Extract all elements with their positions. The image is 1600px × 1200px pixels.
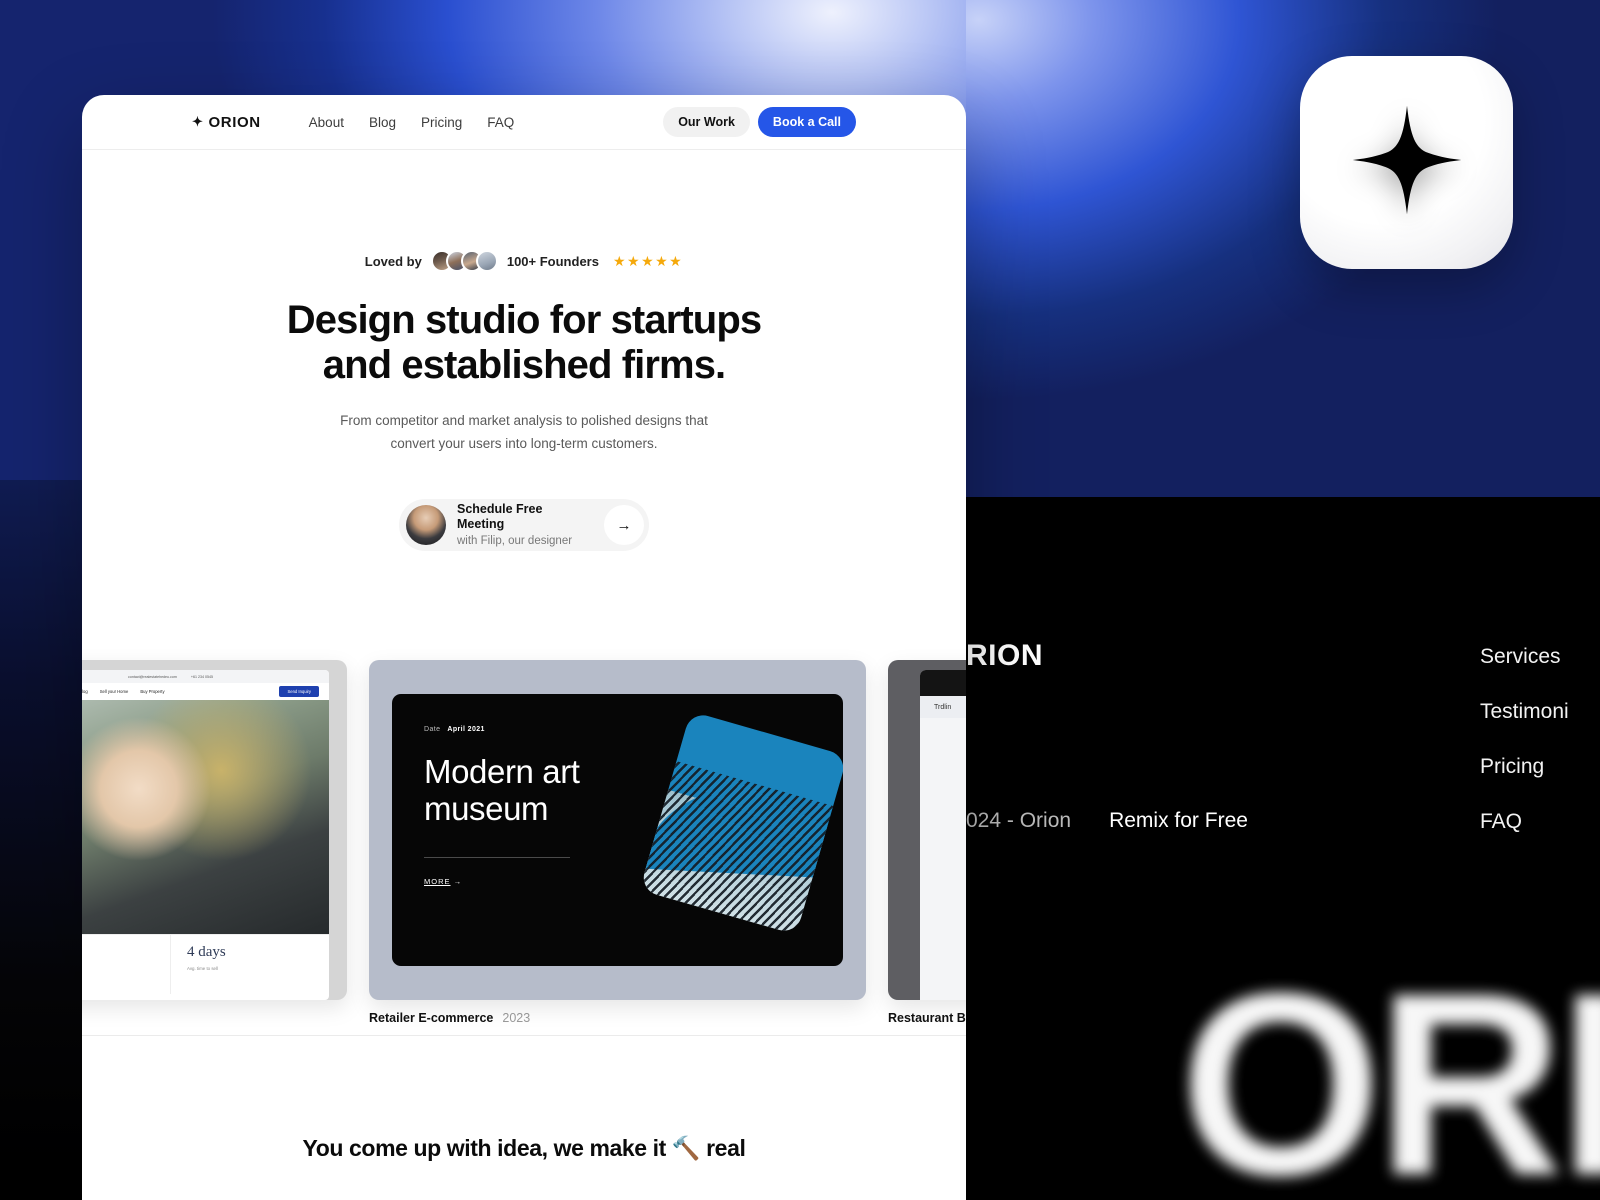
nav-link-pricing[interactable]: Pricing — [421, 115, 462, 130]
divider — [424, 857, 570, 858]
artwork-hatching — [639, 747, 843, 935]
date-label: Date — [424, 726, 441, 733]
footer-nav: Services Testimoni Pricing FAQ — [1480, 645, 1569, 865]
stat-label: Avg. time to sell — [187, 966, 218, 971]
subhead-line-1: From competitor and market analysis to p… — [340, 412, 708, 428]
portfolio-card-retailer[interactable]: Date April 2021 Modern art museum MORE → — [369, 660, 866, 1025]
realestate-stats: $21.7m Most Expensive House 4 days Avg. … — [82, 934, 329, 994]
realestate-screen: contact@realestatehedeu.com +61 234 0545… — [82, 670, 329, 1000]
stat-item: $21.7m Most Expensive House — [82, 935, 171, 994]
our-work-button[interactable]: Our Work — [663, 107, 750, 137]
stat-value: 4 days — [187, 944, 226, 960]
arrow-right-icon: → — [453, 877, 463, 886]
museum-more-link: MORE → — [424, 877, 462, 886]
avatar — [475, 250, 498, 272]
footer-logo: RION — [966, 639, 1043, 672]
realestate-hero-photo — [82, 700, 329, 934]
portfolio-title: Retailer E-commerce — [369, 1011, 494, 1025]
stat-item: 4 days Avg. time to sell — [171, 935, 329, 994]
museum-date: Date April 2021 — [424, 726, 485, 733]
more-label: MORE — [424, 877, 451, 886]
realestate-topbar: contact@realestatehedeu.com +61 234 0545 — [82, 670, 329, 683]
restaurant-hero-bar — [920, 670, 966, 696]
nav-blog: Blog — [82, 689, 88, 694]
portfolio-thumbnail: Trdlin Por — [888, 660, 966, 1000]
headline-line-1: Design studio for startups — [286, 298, 762, 342]
portfolio-caption: Restaurant Bra — [888, 1011, 966, 1025]
founders-count-label: 100+ Founders — [506, 253, 599, 269]
portfolio-card-restaurant[interactable]: Trdlin Por Restaurant Bra — [888, 660, 966, 1025]
nav-link-blog[interactable]: Blog — [369, 115, 396, 130]
background-blue-right — [966, 0, 1600, 500]
arrow-right-icon[interactable]: → — [604, 505, 644, 546]
museum-screen: Date April 2021 Modern art museum MORE → — [392, 694, 843, 966]
stat-value: $21.7m — [82, 944, 170, 961]
avatar-group — [430, 250, 498, 272]
stat-label: Most Expensive House — [82, 966, 170, 971]
site-navbar: ✦ ORION About Blog Pricing FAQ Our Work … — [82, 95, 966, 150]
sparkle-icon — [1348, 101, 1466, 224]
nav-buy-property: Buy Property — [140, 689, 165, 694]
star-rating-icon: ★★★★★ — [612, 252, 684, 269]
hero-headline: Design studio for startups and establish… — [82, 298, 966, 388]
portfolio-thumbnail: contact@realestatehedeu.com +61 234 0545… — [82, 660, 347, 1000]
schedule-meeting-button[interactable]: Schedule Free Meeting with Filip, our de… — [399, 499, 649, 552]
hero-subheadline: From competitor and market analysis to p… — [82, 410, 966, 456]
site-footer: RION Services Testimoni Pricing FAQ 024 … — [966, 497, 1600, 1200]
footer-link-pricing[interactable]: Pricing — [1480, 755, 1569, 779]
footer-bottom-row: 024 - Orion Remix for Free — [966, 809, 1248, 833]
sparkle-icon: ✦ — [192, 114, 204, 129]
contact-email: contact@realestatehedeu.com — [128, 674, 177, 679]
footer-link-faq[interactable]: FAQ — [1480, 810, 1569, 834]
footer-remix-link[interactable]: Remix for Free — [1109, 809, 1248, 833]
portfolio-caption: Retailer E-commerce 2023 — [369, 1011, 866, 1025]
hero-section: Loved by 100+ Founders ★★★★★ Design stud… — [82, 150, 966, 552]
headline-line-2: and established firms. — [322, 342, 726, 387]
tagline: You come up with idea, we make it 🔨 real — [302, 1135, 746, 1161]
brand-label: ORION — [208, 113, 261, 131]
brand-logo[interactable]: ✦ ORION — [192, 114, 261, 131]
book-a-call-button[interactable]: Book a Call — [757, 107, 856, 137]
subhead-line-2: convert your users into long-term custom… — [390, 435, 658, 451]
cta-title: Schedule Free Meeting — [457, 501, 543, 532]
museum-title-line-1: Modern art — [424, 753, 580, 790]
nav-links: About Blog Pricing FAQ — [309, 115, 515, 130]
orion-app-icon[interactable] — [1300, 56, 1513, 269]
footer-link-testimonials[interactable]: Testimoni — [1480, 700, 1569, 724]
cta-text: Schedule Free Meeting with Filip, our de… — [457, 502, 593, 549]
museum-title-line-2: museum — [424, 789, 549, 827]
nav-sell-home: Sell your Home — [99, 689, 129, 694]
date-value: April 2021 — [447, 726, 485, 733]
portfolio-card-realestate[interactable]: contact@realestatehedeu.com +61 234 0545… — [82, 660, 347, 1000]
restaurant-tab-1: Trdlin — [934, 703, 952, 711]
nav-link-about[interactable]: About — [309, 115, 344, 130]
contact-phone: +61 234 0545 — [190, 674, 213, 679]
footer-copyright: 024 - Orion — [966, 809, 1072, 832]
loved-by-label: Loved by — [364, 253, 422, 269]
send-inquiry-button: Send Inquiry — [279, 686, 319, 697]
portfolio-title: Restaurant Bra — [888, 1011, 966, 1025]
restaurant-tabs: Trdlin Por — [920, 696, 966, 718]
museum-artwork — [639, 711, 843, 935]
portfolio-row: contact@realestatehedeu.com +61 234 0545… — [82, 660, 966, 1025]
nav-actions: Our Work Book a Call — [663, 107, 856, 137]
portfolio-thumbnail: Date April 2021 Modern art museum MORE → — [369, 660, 866, 1000]
designer-avatar — [406, 505, 446, 546]
portfolio-year: 2023 — [502, 1011, 531, 1025]
realestate-nav: FAQ Client Stories Blog Sell your Home B… — [82, 683, 329, 700]
website-preview-card: ✦ ORION About Blog Pricing FAQ Our Work … — [82, 95, 966, 1200]
restaurant-screen: Trdlin Por — [920, 670, 966, 1000]
nav-link-faq[interactable]: FAQ — [487, 115, 514, 130]
cta-subtitle: with Filip, our designer — [457, 535, 573, 548]
section-divider — [82, 1035, 966, 1036]
social-proof-row: Loved by 100+ Founders ★★★★★ — [82, 250, 966, 272]
museum-title: Modern art museum — [424, 753, 580, 828]
footer-link-services[interactable]: Services — [1480, 645, 1569, 669]
